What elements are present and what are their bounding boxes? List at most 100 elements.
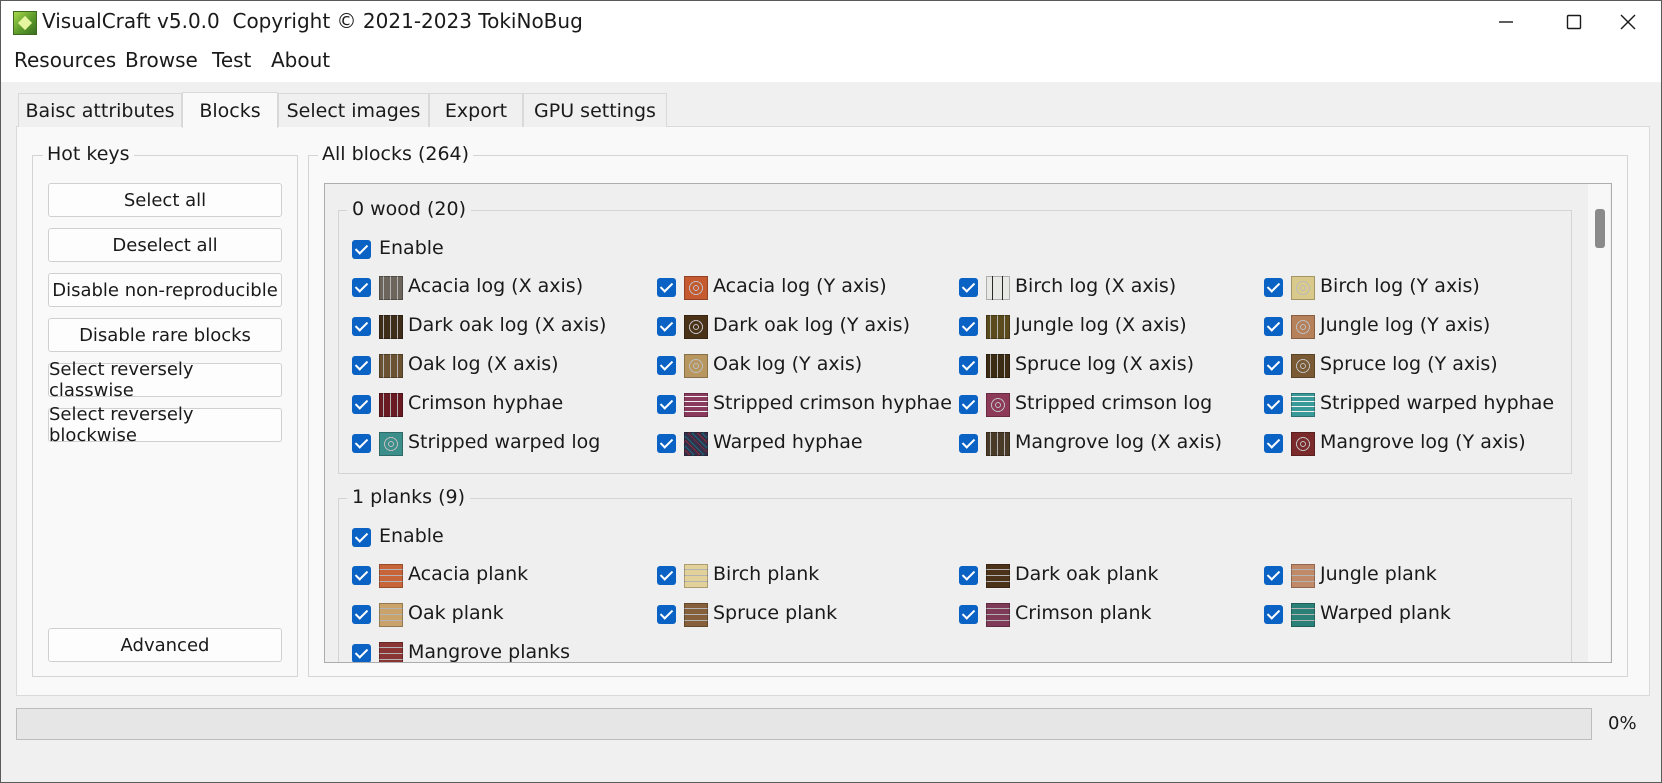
minimize-button[interactable] — [1472, 0, 1540, 44]
tab-gpu-settings[interactable]: GPU settings — [523, 93, 667, 127]
block-checkbox[interactable] — [352, 395, 371, 414]
category-title: 0 wood (20) — [347, 198, 472, 220]
minimize-icon — [1499, 21, 1513, 23]
select-all-button[interactable]: Select all — [48, 183, 282, 217]
block-checkbox[interactable] — [352, 356, 371, 375]
progress-percent: 0% — [1608, 713, 1637, 734]
block-label: Mangrove log (Y axis) — [1320, 431, 1526, 453]
block-checkbox[interactable] — [657, 278, 676, 297]
block-checkbox[interactable] — [959, 356, 978, 375]
block-texture-icon — [1291, 276, 1315, 300]
window-title: VisualCraft v5.0.0 Copyright © 2021-2023… — [42, 9, 583, 33]
category-title: 1 planks (9) — [347, 486, 471, 508]
block-label: Jungle plank — [1320, 563, 1437, 585]
block-checkbox[interactable] — [959, 395, 978, 414]
block-label: Dark oak log (Y axis) — [713, 314, 910, 336]
block-checkbox[interactable] — [352, 605, 371, 624]
disable-non-reproducible-button[interactable]: Disable non-reproducible — [48, 273, 282, 307]
block-label: Spruce log (X axis) — [1015, 353, 1195, 375]
block-checkbox[interactable] — [657, 395, 676, 414]
block-checkbox[interactable] — [657, 605, 676, 624]
block-checkbox[interactable] — [352, 317, 371, 336]
block-checkbox[interactable] — [959, 566, 978, 585]
block-texture-icon — [1291, 354, 1315, 378]
block-label: Crimson hyphae — [408, 392, 564, 414]
block-label: Warped plank — [1320, 602, 1451, 624]
block-label: Spruce plank — [713, 602, 838, 624]
tab-export[interactable]: Export — [429, 93, 523, 127]
block-checkbox[interactable] — [1264, 605, 1283, 624]
tab-blocks[interactable]: Blocks — [182, 92, 278, 128]
block-checkbox[interactable] — [352, 566, 371, 585]
block-label: Dark oak plank — [1015, 563, 1159, 585]
block-checkbox[interactable] — [1264, 356, 1283, 375]
close-button[interactable] — [1594, 0, 1662, 44]
block-label: Acacia plank — [408, 563, 529, 585]
menu-about[interactable]: About — [271, 48, 330, 72]
block-label: Crimson plank — [1015, 602, 1152, 624]
block-texture-icon — [684, 432, 708, 456]
block-label: Oak plank — [408, 602, 504, 624]
block-texture-icon — [986, 276, 1010, 300]
block-checkbox[interactable] — [352, 644, 371, 662]
enable-label: Enable — [379, 525, 444, 547]
block-checkbox[interactable] — [959, 278, 978, 297]
block-checkbox[interactable] — [657, 317, 676, 336]
block-texture-icon — [379, 603, 403, 627]
block-label: Stripped warped log — [408, 431, 601, 453]
vertical-scrollbar[interactable] — [1588, 184, 1610, 662]
block-checkbox[interactable] — [657, 356, 676, 375]
block-checkbox[interactable] — [657, 566, 676, 585]
maximize-icon — [1566, 14, 1582, 30]
block-texture-icon — [986, 603, 1010, 627]
block-checkbox[interactable] — [1264, 434, 1283, 453]
block-checkbox[interactable] — [1264, 278, 1283, 297]
hotkeys-title: Hot keys — [43, 143, 134, 165]
block-label: Jungle log (Y axis) — [1320, 314, 1491, 336]
menu-resources[interactable]: Resources — [14, 48, 116, 72]
block-checkbox[interactable] — [959, 605, 978, 624]
block-checkbox[interactable] — [657, 434, 676, 453]
deselect-all-button[interactable]: Deselect all — [48, 228, 282, 262]
block-label: Birch log (X axis) — [1015, 275, 1177, 297]
scrollbar-thumb[interactable] — [1595, 209, 1605, 248]
block-checkbox[interactable] — [1264, 566, 1283, 585]
disable-rare-blocks-button[interactable]: Disable rare blocks — [48, 318, 282, 352]
block-texture-icon — [986, 393, 1010, 417]
enable-checkbox[interactable] — [352, 240, 371, 259]
block-label: Mangrove log (X axis) — [1015, 431, 1223, 453]
select-reversely-blockwise-button[interactable]: Select reversely blockwise — [48, 404, 282, 446]
block-texture-icon — [684, 276, 708, 300]
tab-basic-attributes[interactable]: Baisc attributes — [18, 93, 182, 127]
block-texture-icon — [684, 315, 708, 339]
block-label: Birch plank — [713, 563, 820, 585]
enable-checkbox[interactable] — [352, 528, 371, 547]
block-label: Stripped warped hyphae — [1320, 392, 1555, 414]
block-texture-icon — [986, 354, 1010, 378]
advanced-button[interactable]: Advanced — [48, 628, 282, 662]
all-blocks-title: All blocks (264) — [318, 143, 474, 165]
block-texture-icon — [379, 393, 403, 417]
block-label: Acacia log (X axis) — [408, 275, 584, 297]
menu-browse[interactable]: Browse — [125, 48, 198, 72]
block-checkbox[interactable] — [352, 278, 371, 297]
block-texture-icon — [684, 564, 708, 588]
block-label: Oak log (X axis) — [408, 353, 559, 375]
block-checkbox[interactable] — [959, 434, 978, 453]
block-texture-icon — [379, 432, 403, 456]
app-icon — [13, 11, 37, 35]
block-checkbox[interactable] — [1264, 317, 1283, 336]
blocks-scroll-area[interactable]: 0 wood (20) Enable Acacia log (X axis) Acac… — [324, 183, 1612, 663]
tab-select-images[interactable]: Select images — [278, 93, 429, 127]
block-label: Stripped crimson log — [1015, 392, 1213, 414]
block-checkbox[interactable] — [1264, 395, 1283, 414]
block-texture-icon — [684, 603, 708, 627]
block-texture-icon — [684, 393, 708, 417]
block-texture-icon — [684, 354, 708, 378]
close-icon — [1620, 14, 1636, 30]
block-texture-icon — [1291, 603, 1315, 627]
block-checkbox[interactable] — [959, 317, 978, 336]
select-reversely-classwise-button[interactable]: Select reversely classwise — [48, 359, 282, 401]
block-checkbox[interactable] — [352, 434, 371, 453]
menu-test[interactable]: Test — [212, 48, 251, 72]
